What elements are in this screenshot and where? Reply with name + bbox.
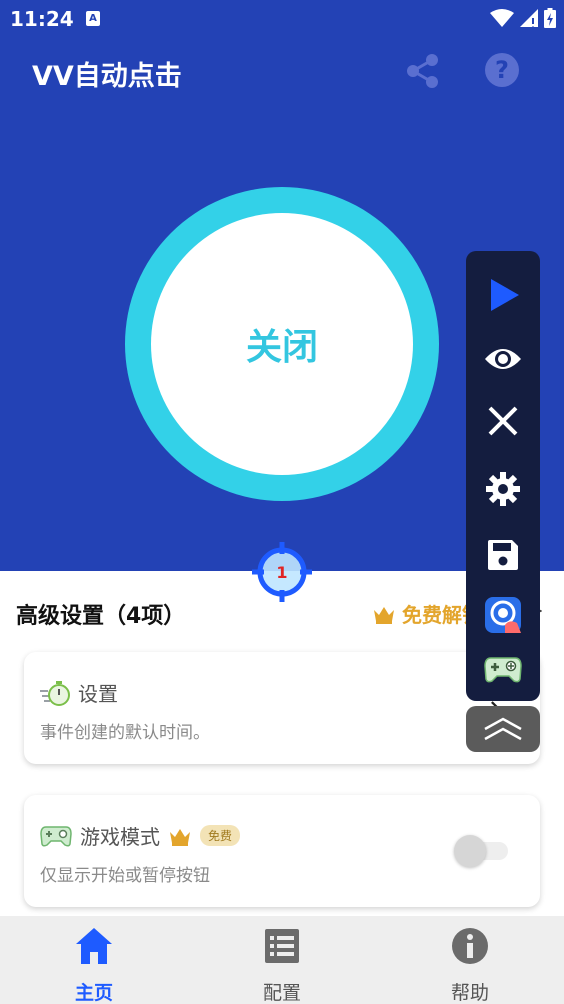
play-button[interactable] <box>479 271 527 319</box>
nav-label-config: 配置 <box>262 982 301 1004</box>
list-icon <box>265 929 299 963</box>
info-icon <box>452 928 488 964</box>
game-mode-card[interactable]: 游戏模式 免费 仅显示开始或暂停按钮 <box>24 795 540 907</box>
section-title: 高级设置（4项） <box>16 604 186 629</box>
card-title-row: 游戏模式 免费 <box>40 821 241 850</box>
gamepad-icon <box>40 825 72 847</box>
bottom-navigation: 主页 配置 帮助 <box>0 916 564 1004</box>
click-target[interactable]: 1 <box>250 540 314 604</box>
crosshair-icon: 1 <box>252 542 312 602</box>
app-icon <box>485 597 521 633</box>
play-icon <box>491 279 519 311</box>
free-badge: 免费 <box>200 825 241 846</box>
status-bar: 11:24 A <box>0 0 564 38</box>
crown-icon <box>374 606 394 624</box>
settings-button[interactable] <box>479 465 527 513</box>
app-button[interactable] <box>479 591 527 639</box>
collapse-panel-button[interactable] <box>466 706 540 752</box>
nav-item-help[interactable]: 帮助 <box>410 926 530 1004</box>
save-icon <box>488 540 518 570</box>
card-subtitle: 仅显示开始或暂停按钮 <box>40 866 210 886</box>
app-title: VV自动点击 <box>32 61 182 92</box>
nav-label-home: 主页 <box>74 982 113 1004</box>
main-toggle-button[interactable]: 关闭 <box>151 213 413 475</box>
crown-icon <box>170 828 190 846</box>
card-subtitle: 事件创建的默认时间。 <box>40 723 210 743</box>
settings-card[interactable]: 设置 事件创建的默认时间。 <box>24 652 540 764</box>
gear-icon <box>486 472 520 506</box>
nav-label-help: 帮助 <box>450 982 489 1004</box>
double-chevron-up-icon <box>484 717 522 741</box>
home-icon <box>76 928 112 964</box>
card-title-row: 设置 <box>40 678 118 707</box>
battery-icon <box>544 8 556 28</box>
floating-control-panel <box>466 251 540 701</box>
signal-icon <box>520 9 538 27</box>
save-button[interactable] <box>479 531 527 579</box>
switch-thumb <box>454 835 486 867</box>
nav-item-home[interactable]: 主页 <box>34 926 154 1004</box>
wifi-icon <box>490 9 514 27</box>
eye-icon <box>485 349 521 369</box>
view-button[interactable] <box>479 335 527 383</box>
help-button[interactable]: ? <box>484 52 520 88</box>
target-number: 1 <box>276 563 287 582</box>
card-title: 游戏模式 <box>80 825 160 849</box>
nav-item-config[interactable]: 配置 <box>222 926 342 1004</box>
main-toggle-label: 关闭 <box>245 327 318 368</box>
game-mode-toggle[interactable] <box>454 835 510 867</box>
card-title: 设置 <box>78 682 118 706</box>
main-toggle-ring: 关闭 <box>125 187 439 501</box>
remove-button[interactable] <box>479 397 527 445</box>
help-icon: ? <box>485 53 519 87</box>
notification-icon: A <box>86 11 100 26</box>
share-button[interactable] <box>404 52 442 90</box>
status-icons <box>490 8 556 28</box>
svg-text:?: ? <box>495 56 509 84</box>
share-icon <box>407 54 438 88</box>
stopwatch-icon <box>40 680 70 706</box>
game-mode-button[interactable] <box>479 645 527 693</box>
gamepad-icon <box>484 657 522 683</box>
close-icon <box>488 406 518 436</box>
status-time: 11:24 <box>10 7 74 31</box>
